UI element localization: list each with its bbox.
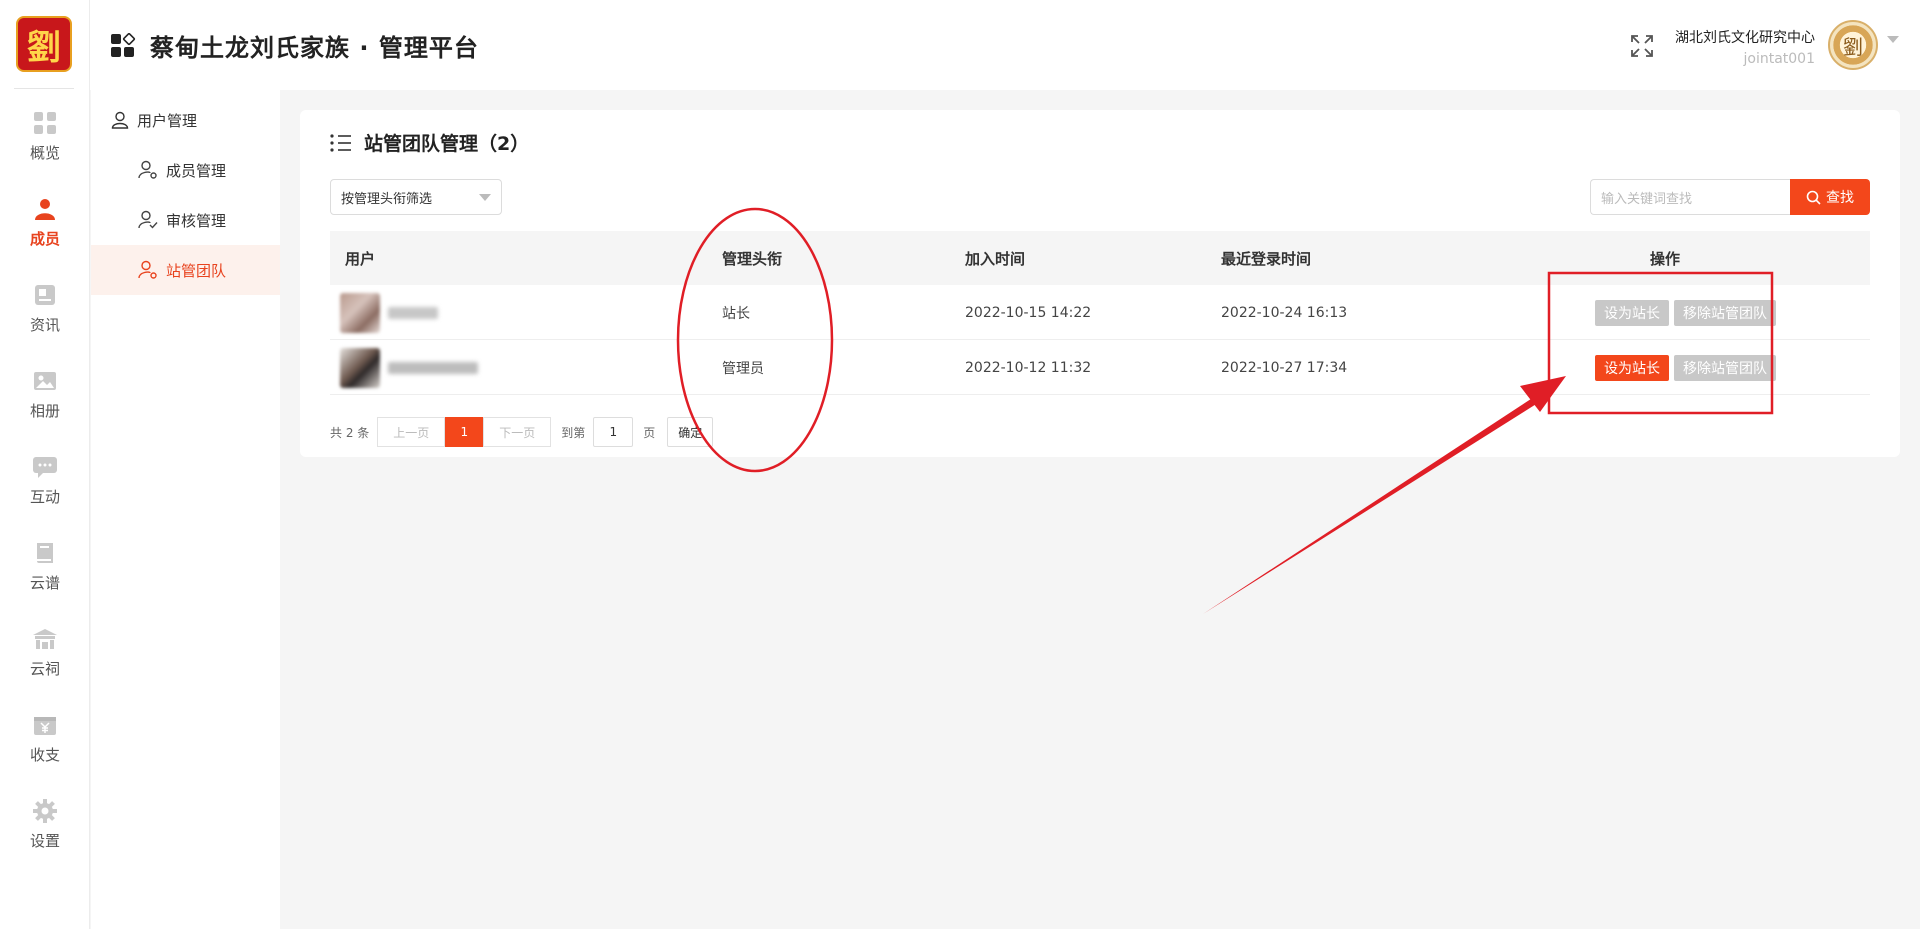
subnav-item-review-management[interactable]: 审核管理 [91, 195, 280, 245]
actions-cell: 设为站长 移除站管团队 [1595, 285, 1776, 340]
actions-cell: 设为站长 移除站管团队 [1595, 340, 1776, 395]
search-input[interactable]: 输入关键词查找 [1590, 179, 1790, 215]
page-unit-label: 页 [643, 425, 656, 440]
pagination: 共 2 条 上一页 1 下一页 到第 1 页 确定 [330, 417, 714, 447]
table-header: 用户 管理头衔 加入时间 最近登录时间 操作 [330, 231, 1870, 285]
title-cell: 站长 [722, 305, 750, 322]
joined-cell: 2022-10-15 14:22 [965, 304, 1092, 321]
news-icon [32, 282, 58, 308]
remove-from-team-button[interactable]: 移除站管团队 [1674, 354, 1776, 381]
user-settings-icon [138, 160, 157, 179]
user-cell [340, 340, 478, 395]
filter-label: 按管理头衔筛选 [341, 191, 433, 207]
top-header: 蔡甸土龙刘氏家族 · 管理平台 湖北刘氏文化研究中心 jointat001 劉 [90, 0, 1920, 90]
goto-label: 到第 [561, 425, 586, 440]
account-info[interactable]: 湖北刘氏文化研究中心 jointat001 [1675, 27, 1815, 67]
nav-settings[interactable]: 设置 [0, 798, 90, 868]
nav-album-label: 相册 [29, 402, 60, 420]
image-icon [32, 368, 58, 394]
org-name: 湖北刘氏文化研究中心 [1675, 30, 1815, 46]
remove-from-team-button[interactable]: 移除站管团队 [1674, 299, 1776, 326]
search-button-label: 查找 [1826, 190, 1854, 206]
last-login-cell: 2022-10-27 17:34 [1221, 359, 1348, 376]
nav-settings-label: 设置 [29, 832, 60, 850]
chevron-down-icon[interactable] [1887, 36, 1899, 43]
apps-icon [111, 33, 136, 57]
col-actions: 操作 [1650, 249, 1681, 268]
avatar[interactable]: 劉 [1828, 20, 1878, 70]
next-page-button[interactable]: 下一页 [483, 417, 552, 447]
page-jump-confirm-button[interactable]: 确定 [667, 417, 714, 447]
last-login-cell: 2022-10-24 16:13 [1221, 304, 1348, 321]
sub-nav: 用户管理 成员管理 审核管理 站管团队 [91, 90, 280, 929]
user-name-redacted [388, 306, 438, 319]
subnav-group-user-management: 用户管理 [111, 108, 197, 132]
chat-icon [32, 454, 58, 480]
col-last-login: 最近登录时间 [1221, 249, 1312, 268]
nav-interact-label: 互动 [29, 488, 60, 506]
card-title: 站管团队管理（2） [364, 133, 530, 155]
col-joined: 加入时间 [965, 249, 1026, 268]
chevron-down-icon [479, 193, 491, 201]
col-title: 管理头衔 [722, 249, 783, 268]
temple-icon [32, 626, 58, 652]
subnav-item-label: 站管团队 [166, 261, 227, 280]
user-settings-icon [138, 260, 157, 279]
yen-icon [32, 712, 58, 738]
nav-genealogy-label: 云谱 [29, 574, 60, 592]
title-filter-select[interactable]: 按管理头衔筛选 [330, 179, 502, 215]
nav-members-label: 成员 [29, 230, 60, 248]
book-icon [32, 540, 58, 566]
nav-members[interactable]: 成员 [0, 196, 90, 266]
gear-icon [32, 798, 58, 824]
user-id: jointat001 [1743, 51, 1816, 67]
search-icon [1806, 190, 1821, 205]
nav-overview-label: 概览 [29, 144, 60, 162]
user-cell [340, 285, 438, 340]
subnav-item-label: 审核管理 [166, 211, 227, 230]
search-button[interactable]: 查找 [1790, 179, 1870, 215]
user-avatar [340, 292, 380, 333]
subnav-item-member-management[interactable]: 成员管理 [91, 145, 280, 195]
nav-finance-label: 收支 [29, 746, 60, 764]
nav-genealogy[interactable]: 云谱 [0, 540, 90, 610]
total-count: 共 2 条 [330, 425, 370, 440]
person-icon [32, 196, 58, 222]
user-check-icon [138, 210, 158, 229]
set-owner-button[interactable]: 设为站长 [1595, 299, 1669, 326]
nav-temple-label: 云祠 [29, 660, 60, 678]
subnav-item-admin-team[interactable]: 站管团队 [91, 245, 280, 295]
page-1-button[interactable]: 1 [445, 417, 484, 447]
main-nav-rail: 劉 概览 成员 资讯 相册 互动 云谱 云祠 收支 设置 [0, 0, 90, 929]
set-owner-button[interactable]: 设为站长 [1595, 354, 1669, 381]
joined-cell: 2022-10-12 11:32 [965, 359, 1092, 376]
divider [14, 88, 74, 89]
card-header: 站管团队管理（2） [330, 129, 529, 156]
nav-finance[interactable]: 收支 [0, 712, 90, 782]
nav-news-label: 资讯 [29, 316, 60, 334]
subnav-item-label: 成员管理 [166, 161, 227, 180]
subnav-group-label: 用户管理 [137, 111, 198, 130]
nav-temple[interactable]: 云祠 [0, 626, 90, 696]
app-logo[interactable]: 劉 [16, 16, 72, 72]
fullscreen-icon[interactable] [1630, 34, 1654, 58]
page-title: 蔡甸土龙刘氏家族 · 管理平台 [150, 34, 479, 62]
table-row: 站长 2022-10-15 14:22 2022-10-24 16:13 设为站… [330, 285, 1870, 340]
page-jump-input[interactable]: 1 [593, 417, 634, 447]
title-cell: 管理员 [722, 360, 764, 377]
admin-team-card: 站管团队管理（2） 按管理头衔筛选 输入关键词查找 查找 用户 管理头衔 加入时… [300, 110, 1900, 457]
col-user: 用户 [345, 249, 376, 268]
user-outline-icon [111, 111, 129, 129]
search-placeholder: 输入关键词查找 [1601, 191, 1693, 207]
prev-page-button[interactable]: 上一页 [377, 417, 446, 447]
list-icon [330, 133, 351, 152]
nav-album[interactable]: 相册 [0, 368, 90, 438]
nav-overview[interactable]: 概览 [0, 110, 90, 180]
user-avatar [340, 347, 380, 388]
user-name-redacted [388, 361, 478, 374]
grid-icon [32, 110, 58, 136]
table-row: 管理员 2022-10-12 11:32 2022-10-27 17:34 设为… [330, 340, 1870, 395]
nav-news[interactable]: 资讯 [0, 282, 90, 352]
nav-interact[interactable]: 互动 [0, 454, 90, 524]
